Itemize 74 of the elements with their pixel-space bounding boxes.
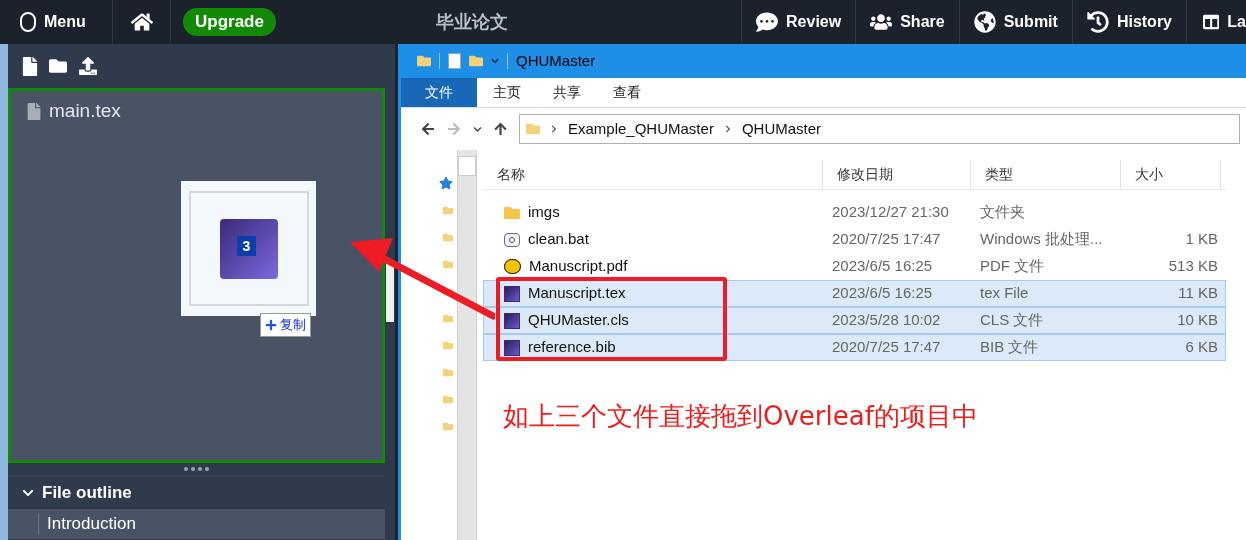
column-header[interactable]: 大小	[1121, 160, 1221, 189]
modified-date: 2020/7/25 17:47	[831, 229, 942, 250]
tex-file-icon	[219, 218, 278, 279]
upgrade-button[interactable]: Upgrade	[183, 8, 276, 36]
file-tree-item[interactable]: main.tex	[27, 97, 382, 126]
ribbon-tab[interactable]: 共享	[537, 78, 597, 107]
file-row[interactable]: imgs 2023/12/27 21:30 文件夹	[483, 199, 1226, 226]
home-icon	[130, 12, 153, 32]
tex-file-icon	[504, 339, 520, 356]
modified-date: 2023/5/28 10:02	[831, 310, 942, 331]
window-title: QHUMaster	[516, 50, 596, 71]
ribbon-tab[interactable]: 文件	[401, 78, 477, 107]
file-size: 513 KB	[1168, 257, 1218, 275]
upload-icon	[78, 57, 98, 75]
ribbon-tab[interactable]: 查看	[597, 78, 657, 107]
scrollbar[interactable]	[457, 150, 477, 540]
file-count-badge: 3	[237, 236, 256, 256]
file-type: PDF 文件	[979, 256, 1046, 277]
file-size: 1 KB	[1185, 230, 1218, 248]
file-name: Manuscript.pdf	[529, 256, 628, 277]
file-type: CLS 文件	[979, 310, 1045, 331]
breadcrumb[interactable]: QHUMaster	[741, 117, 822, 141]
column-header[interactable]: 名称	[483, 160, 823, 189]
users-icon	[870, 11, 893, 33]
chevron-right-icon	[723, 125, 732, 133]
file-type: BIB 文件	[979, 337, 1040, 358]
column-header[interactable]: 修改日期	[823, 160, 971, 189]
file-name: clean.bat	[528, 229, 589, 250]
modified-date: 2023/6/5 16:25	[831, 256, 934, 277]
up-icon[interactable]	[494, 122, 507, 136]
modified-date: 2023/6/5 16:25	[831, 283, 934, 304]
annotation-text: 如上三个文件直接拖到Overleaf的项目中	[503, 400, 979, 433]
ribbon-tab[interactable]: 主页	[477, 78, 537, 107]
tex-file-icon	[504, 312, 520, 329]
file-name: QHUMaster.cls	[528, 310, 629, 331]
outline-item[interactable]: Introduction	[8, 509, 385, 539]
file-size: 6 KB	[1185, 338, 1218, 356]
chevron-right-icon	[550, 125, 558, 133]
history-icon	[1086, 11, 1109, 33]
file-icon	[27, 102, 41, 120]
file-icon	[22, 56, 38, 76]
file-size: 11 KB	[1178, 284, 1218, 302]
plus-icon	[265, 319, 277, 331]
file-row[interactable]: Manuscript.tex 2023/6/5 16:25 tex File 11 KB	[483, 280, 1226, 307]
file-type: tex File	[979, 283, 1030, 304]
file-name: Manuscript.tex	[528, 283, 626, 304]
upload-button[interactable]	[78, 57, 98, 75]
file-name: imgs	[528, 202, 560, 223]
file-type: Windows 批处理...	[979, 229, 1104, 250]
address-bar[interactable]: Example_QHUMaster QHUMaster	[519, 114, 1240, 144]
column-header[interactable]: 类型	[971, 160, 1121, 189]
tooltip-text: 复制	[280, 316, 306, 335]
file-row[interactable]: QHUMaster.cls 2023/5/28 10:02 CLS 文件 10 KB	[483, 307, 1226, 334]
splitter-handle[interactable]	[386, 262, 394, 322]
file-name: reference.bib	[528, 337, 616, 358]
file-row[interactable]: reference.bib 2020/7/25 17:47 BIB 文件 6 KB	[483, 334, 1226, 361]
recent-icon[interactable]	[473, 124, 482, 134]
new-file-button[interactable]	[22, 56, 38, 76]
file-row[interactable]: Manuscript.pdf 2023/6/5 16:25 PDF 文件 513 KB	[483, 253, 1226, 280]
dropdown-icon	[491, 57, 499, 65]
comment-icon	[756, 11, 779, 33]
modified-date: 2023/12/27 21:30	[831, 202, 950, 223]
gear-file-icon	[504, 232, 520, 247]
globe-icon	[973, 11, 996, 33]
project-title: 毕业论文	[435, 10, 508, 34]
pdf-file-icon	[504, 259, 521, 274]
tex-file-icon	[504, 285, 520, 302]
modified-date: 2020/7/25 17:47	[831, 337, 942, 358]
file-row[interactable]: clean.bat 2020/7/25 17:47 Windows 批处理... 1 KB	[483, 226, 1226, 253]
back-icon[interactable]	[421, 122, 435, 136]
star-icon	[439, 176, 453, 190]
file-size: 10 KB	[1177, 311, 1218, 329]
file-type: 文件夹	[979, 202, 1026, 223]
breadcrumb[interactable]: Example_QHUMaster	[568, 117, 714, 141]
